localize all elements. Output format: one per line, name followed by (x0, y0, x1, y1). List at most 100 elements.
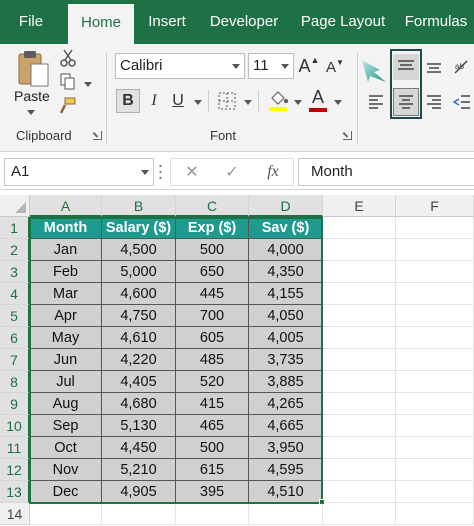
empty-cell[interactable] (396, 283, 474, 305)
borders-icon[interactable] (216, 89, 238, 113)
table-cell[interactable]: 500 (176, 239, 249, 261)
table-header-cell[interactable]: Month (30, 217, 102, 239)
enter-icon[interactable]: ✓ (221, 161, 243, 183)
column-header-d[interactable]: D (249, 195, 323, 217)
row-header-8[interactable]: 8 (0, 371, 30, 393)
table-header-cell[interactable]: Sav ($) (249, 217, 323, 239)
align-center-icon[interactable] (393, 88, 419, 116)
table-cell[interactable]: 445 (176, 283, 249, 305)
insert-function-icon[interactable]: fx (261, 161, 285, 183)
table-cell[interactable]: 4,265 (249, 393, 323, 415)
empty-cell[interactable] (396, 415, 474, 437)
table-header-cell[interactable]: Salary ($) (102, 217, 176, 239)
table-cell[interactable]: 650 (176, 261, 249, 283)
empty-cell[interactable] (323, 393, 396, 415)
name-box[interactable]: A1 (4, 158, 154, 186)
name-box-dropdown-icon[interactable] (141, 170, 149, 175)
font-name-dropdown-icon[interactable] (232, 64, 240, 69)
table-cell[interactable]: 485 (176, 349, 249, 371)
table-cell[interactable]: 5,000 (102, 261, 176, 283)
table-cell[interactable]: 3,735 (249, 349, 323, 371)
empty-cell[interactable] (30, 503, 102, 525)
empty-cell[interactable] (323, 283, 396, 305)
fill-handle[interactable] (319, 499, 325, 505)
row-header-6[interactable]: 6 (0, 327, 30, 349)
cancel-icon[interactable]: ✕ (181, 161, 203, 183)
empty-cell[interactable] (323, 415, 396, 437)
table-cell[interactable]: 5,210 (102, 459, 176, 481)
select-all-corner[interactable] (0, 195, 30, 217)
table-cell[interactable]: 4,450 (102, 437, 176, 459)
formula-bar-grip[interactable] (159, 163, 162, 181)
table-cell[interactable]: 395 (176, 481, 249, 503)
borders-dropdown-icon[interactable] (244, 100, 252, 105)
top-align-icon[interactable] (393, 54, 419, 80)
column-header-f[interactable]: F (396, 195, 474, 217)
copy-dropdown-icon[interactable] (84, 82, 92, 87)
table-cell[interactable]: Feb (30, 261, 102, 283)
font-name-select[interactable]: Calibri (115, 53, 245, 79)
empty-cell[interactable] (396, 239, 474, 261)
empty-cell[interactable] (396, 327, 474, 349)
bold-button[interactable]: B (116, 89, 140, 113)
table-cell[interactable]: 4,905 (102, 481, 176, 503)
grow-font-icon[interactable]: A ▲ (298, 54, 320, 78)
column-header-a[interactable]: A (30, 195, 102, 217)
row-header-4[interactable]: 4 (0, 283, 30, 305)
empty-cell[interactable] (396, 437, 474, 459)
table-cell[interactable]: Jun (30, 349, 102, 371)
format-painter-icon[interactable] (58, 96, 78, 116)
row-header-2[interactable]: 2 (0, 239, 30, 261)
empty-cell[interactable] (323, 305, 396, 327)
empty-cell[interactable] (396, 305, 474, 327)
tab-insert[interactable]: Insert (138, 0, 196, 44)
empty-cell[interactable] (323, 437, 396, 459)
table-cell[interactable]: 3,950 (249, 437, 323, 459)
empty-cell[interactable] (396, 261, 474, 283)
empty-cell[interactable] (396, 217, 474, 239)
font-size-dropdown-icon[interactable] (281, 64, 289, 69)
table-cell[interactable]: 520 (176, 371, 249, 393)
underline-button[interactable]: U (168, 89, 188, 113)
table-cell[interactable]: Aug (30, 393, 102, 415)
font-size-select[interactable]: 11 (248, 53, 294, 79)
table-cell[interactable]: 465 (176, 415, 249, 437)
table-cell[interactable]: 4,510 (249, 481, 323, 503)
column-header-c[interactable]: C (176, 195, 249, 217)
empty-cell[interactable] (396, 371, 474, 393)
align-left-icon[interactable] (366, 89, 386, 115)
table-cell[interactable]: 4,750 (102, 305, 176, 327)
empty-cell[interactable] (396, 459, 474, 481)
font-color-dropdown-icon[interactable] (334, 100, 342, 105)
underline-dropdown-icon[interactable] (194, 100, 202, 105)
row-header-11[interactable]: 11 (0, 437, 30, 459)
empty-cell[interactable] (323, 239, 396, 261)
table-cell[interactable]: 4,680 (102, 393, 176, 415)
row-header-10[interactable]: 10 (0, 415, 30, 437)
empty-cell[interactable] (176, 503, 249, 525)
table-cell[interactable]: 4,595 (249, 459, 323, 481)
table-cell[interactable]: 4,405 (102, 371, 176, 393)
empty-cell[interactable] (323, 503, 396, 525)
align-right-icon[interactable] (424, 89, 444, 115)
column-header-e[interactable]: E (323, 195, 396, 217)
table-cell[interactable]: 615 (176, 459, 249, 481)
table-cell[interactable]: Jul (30, 371, 102, 393)
table-cell[interactable]: May (30, 327, 102, 349)
font-color-icon[interactable]: A (306, 87, 330, 113)
table-cell[interactable]: 4,220 (102, 349, 176, 371)
table-cell[interactable]: 700 (176, 305, 249, 327)
row-header-13[interactable]: 13 (0, 481, 30, 503)
row-header-12[interactable]: 12 (0, 459, 30, 481)
empty-cell[interactable] (323, 327, 396, 349)
empty-cell[interactable] (323, 217, 396, 239)
tab-file[interactable]: File (0, 0, 62, 44)
worksheet-grid[interactable]: A B C D E F 1 2 3 4 5 6 7 8 9 10 11 12 13 14 Month Salary ($)… (0, 195, 474, 526)
middle-align-icon[interactable] (424, 54, 444, 80)
table-cell[interactable]: 4,500 (102, 239, 176, 261)
copy-icon[interactable] (58, 72, 78, 92)
paste-button-label[interactable]: Paste (14, 88, 50, 104)
clipboard-launcher-icon[interactable] (93, 131, 102, 140)
empty-cell[interactable] (323, 481, 396, 503)
row-header-1[interactable]: 1 (0, 217, 30, 239)
